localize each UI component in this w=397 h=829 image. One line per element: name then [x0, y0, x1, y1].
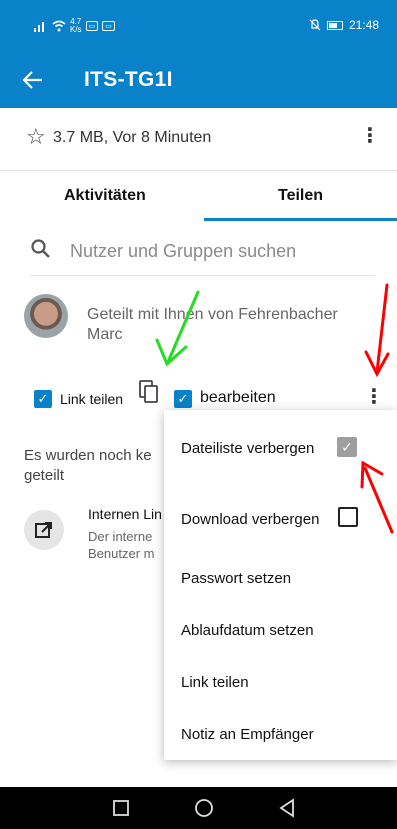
signal-icon	[34, 22, 44, 32]
tab-share[interactable]: Teilen	[278, 187, 323, 205]
owner-row: Geteilt mit Ihnen von Fehrenbacher Marc	[24, 292, 384, 352]
internal-link-circle	[24, 510, 64, 550]
battery-icon	[326, 20, 343, 30]
copy-icon[interactable]	[139, 380, 159, 404]
internal-link-row[interactable]: Internen Lin Der interne Benutzer m	[24, 506, 174, 576]
home-icon[interactable]	[193, 797, 215, 819]
status-bar: 4.7 K/s ▭ ▭ 21:48	[0, 0, 397, 52]
app-bar: ITS-TG1I	[0, 52, 397, 108]
star-outline-icon[interactable]: ☆	[26, 124, 46, 150]
tab-activities[interactable]: Aktivitäten	[64, 187, 146, 205]
search-input[interactable]	[70, 238, 370, 264]
link-share-label: Link teilen	[60, 391, 124, 407]
link-options-menu: Dateiliste verbergen ✓ Download verberge…	[164, 410, 397, 760]
file-more-button[interactable]: ⋮	[360, 126, 380, 146]
user-search	[30, 230, 375, 276]
tab-indicator	[204, 218, 397, 221]
open-external-icon	[35, 522, 52, 538]
notification-chip2-icon: ▭	[102, 21, 115, 31]
arrow-left-icon	[22, 71, 42, 89]
search-icon	[31, 239, 50, 258]
hide-file-list-checkbox[interactable]: ✓	[337, 437, 357, 457]
internal-link-title: Internen Lin	[88, 506, 162, 522]
menu-item-hide-file-list[interactable]: Dateiliste verbergen	[181, 440, 314, 457]
clock: 21:48	[348, 18, 379, 32]
link-more-button[interactable]: ⋮	[364, 387, 384, 407]
hide-download-checkbox[interactable]	[338, 507, 358, 527]
recents-icon[interactable]	[110, 797, 132, 819]
notification-chip-icon: ▭	[85, 21, 99, 31]
menu-item-hide-download[interactable]: Download verbergen	[181, 511, 319, 528]
owner-text: Geteilt mit Ihnen von Fehrenbacher Marc	[87, 306, 338, 343]
link-share-checkbox[interactable]: ✓	[34, 390, 52, 408]
menu-item-share-link[interactable]: Link teilen	[181, 674, 249, 691]
back-button[interactable]	[22, 64, 54, 96]
wifi-icon	[52, 20, 66, 32]
page-title: ITS-TG1I	[84, 68, 173, 91]
nav-back-icon[interactable]	[276, 797, 298, 819]
network-speed: 4.7 K/s	[70, 17, 82, 34]
edit-label: bearbeiten	[200, 389, 276, 406]
menu-item-set-expiry[interactable]: Ablaufdatum setzen	[181, 622, 314, 639]
file-details-row: ☆ 3.7 MB, Vor 8 Minuten ⋮	[0, 108, 397, 170]
status-left: 4.7 K/s ▭ ▭	[34, 18, 115, 34]
not-shared-text: Es wurden noch ke geteilt	[24, 447, 152, 484]
avatar	[24, 294, 68, 338]
menu-item-set-password[interactable]: Passwort setzen	[181, 570, 291, 587]
status-right: 21:48	[309, 18, 379, 32]
tab-bar: Aktivitäten Teilen	[0, 171, 397, 221]
system-nav-bar	[0, 787, 397, 829]
menu-item-note-to-recipient[interactable]: Notiz an Empfänger	[181, 726, 314, 743]
edit-checkbox[interactable]: ✓	[174, 390, 192, 408]
file-meta: 3.7 MB, Vor 8 Minuten	[53, 129, 212, 146]
mute-icon	[309, 19, 321, 31]
